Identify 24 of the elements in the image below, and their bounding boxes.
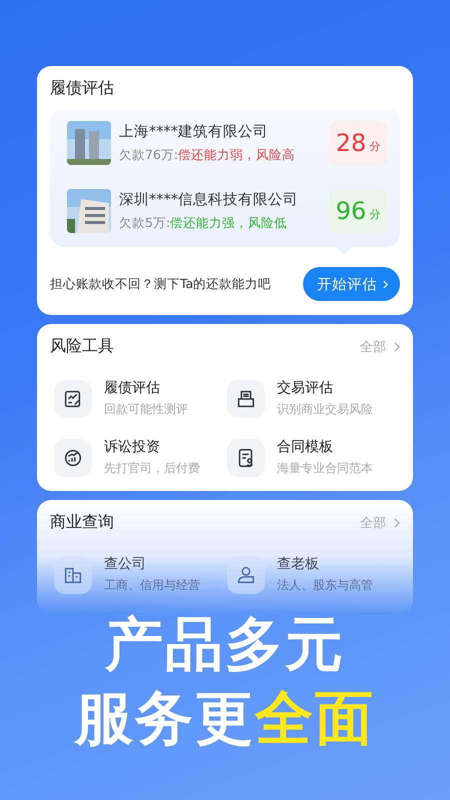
- company-name: 上海****建筑有限公司: [119, 123, 269, 141]
- score-badge: 28 分: [329, 121, 387, 165]
- headline: 产品多元: [105, 613, 345, 677]
- debt-amount: 欠款5万:: [119, 215, 170, 230]
- tool-item[interactable]: 履债评估 回款可能性测评: [54, 379, 227, 418]
- section-title: 风险工具: [50, 336, 114, 357]
- start-button[interactable]: 开始评估: [303, 267, 400, 301]
- section-title: 履债评估: [50, 78, 115, 99]
- chevron-icon: [394, 342, 400, 352]
- tool-item[interactable]: 查公司 工商、信用与经营: [54, 555, 227, 594]
- tool-item[interactable]: 诉讼投资 先打官司，后付费: [54, 438, 227, 477]
- tool-item[interactable]: 合同模板 海量专业合同范本: [227, 438, 400, 477]
- headline: 服务更全面: [75, 686, 375, 751]
- tool-item[interactable]: 查老板 法人、股东与高管: [227, 555, 400, 594]
- section-title: 商业查询: [50, 512, 114, 533]
- tool-item[interactable]: 交易评估 识别商业交易风险: [227, 379, 400, 418]
- score-badge: 96 分: [329, 189, 387, 233]
- risk-verdict: 偿还能力弱，风险高: [178, 147, 296, 162]
- company-name: 深圳****信息科技有限公司: [119, 191, 299, 209]
- chevron-icon: [394, 518, 400, 528]
- chevron-icon: [383, 280, 388, 288]
- debt-amount: 欠款76万:: [119, 147, 178, 162]
- risk-verdict: 偿还能力强，风险低: [170, 215, 288, 230]
- prompt-text: 担心账款收不回？测下Ta的还款能力吧: [50, 276, 272, 292]
